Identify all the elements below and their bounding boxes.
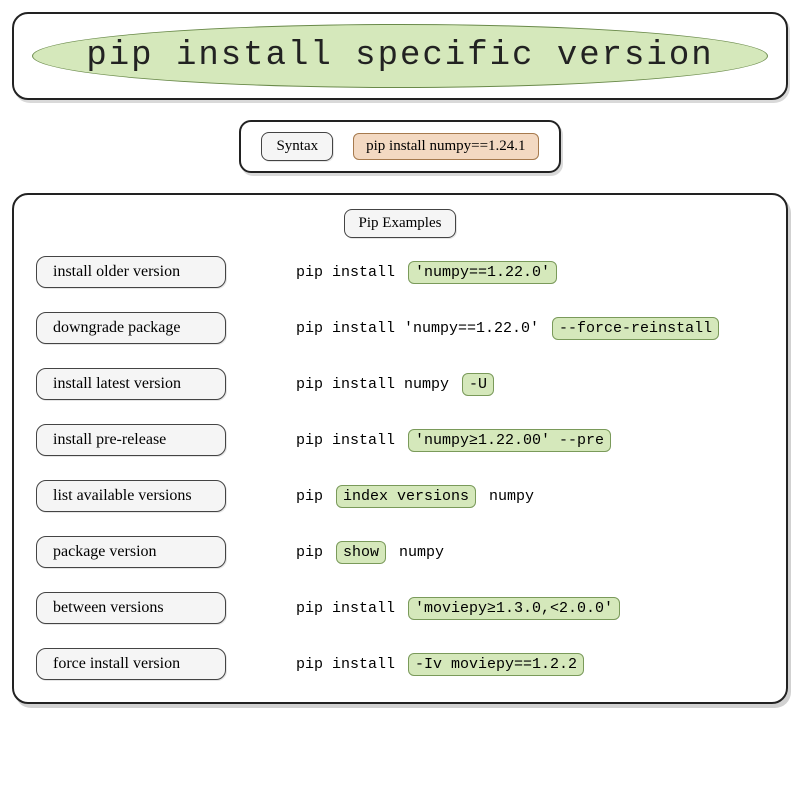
title-card: pip install specific version: [12, 12, 788, 100]
example-label: downgrade package: [36, 312, 226, 344]
title-ellipse: pip install specific version: [32, 24, 768, 88]
example-label: between versions: [36, 592, 226, 624]
cmd-highlight: 'numpy==1.22.0': [408, 261, 557, 284]
cmd-text: pip install numpy: [296, 376, 458, 393]
cmd-text: pip install: [296, 656, 404, 673]
example-row: list available versions pip index version…: [36, 480, 764, 512]
cmd-text: numpy: [480, 488, 534, 505]
cmd-text: pip install: [296, 432, 404, 449]
cmd-highlight: -U: [462, 373, 494, 396]
cmd-text: pip install 'numpy==1.22.0': [296, 320, 548, 337]
cmd-text: pip install: [296, 600, 404, 617]
cmd-highlight: --force-reinstall: [552, 317, 719, 340]
example-label: force install version: [36, 648, 226, 680]
example-row: package version pip show numpy: [36, 536, 764, 568]
examples-header: Pip Examples: [344, 209, 457, 238]
examples-list: install older version pip install 'numpy=…: [36, 256, 764, 680]
example-label: package version: [36, 536, 226, 568]
example-row: force install version pip install -Iv mov…: [36, 648, 764, 680]
example-row: downgrade package pip install 'numpy==1.2…: [36, 312, 764, 344]
cmd-highlight: -Iv moviepy==1.2.2: [408, 653, 584, 676]
example-command: pip install 'numpy==1.22.0' --force-rein…: [296, 317, 719, 340]
example-label: list available versions: [36, 480, 226, 512]
example-command: pip index versions numpy: [296, 485, 534, 508]
example-label: install older version: [36, 256, 226, 288]
cmd-highlight: show: [336, 541, 386, 564]
example-command: pip install -Iv moviepy==1.2.2: [296, 653, 584, 676]
page-title: pip install specific version: [86, 37, 713, 75]
example-command: pip show numpy: [296, 541, 444, 564]
example-label: install pre-release: [36, 424, 226, 456]
syntax-label: Syntax: [261, 132, 333, 161]
cmd-highlight: 'moviepy≥1.3.0,<2.0.0': [408, 597, 620, 620]
cmd-text: pip install: [296, 264, 404, 281]
example-label: install latest version: [36, 368, 226, 400]
example-command: pip install numpy -U: [296, 373, 494, 396]
examples-card: Pip Examples install older version pip in…: [12, 193, 788, 704]
example-row: between versions pip install 'moviepy≥1.3…: [36, 592, 764, 624]
syntax-card: Syntax pip install numpy==1.24.1: [239, 120, 560, 173]
example-row: install pre-release pip install 'numpy≥1.…: [36, 424, 764, 456]
example-command: pip install 'numpy≥1.22.00' --pre: [296, 429, 611, 452]
cmd-highlight: 'numpy≥1.22.00' --pre: [408, 429, 611, 452]
example-row: install older version pip install 'numpy=…: [36, 256, 764, 288]
cmd-text: pip: [296, 488, 332, 505]
example-command: pip install 'numpy==1.22.0': [296, 261, 557, 284]
example-row: install latest version pip install numpy …: [36, 368, 764, 400]
cmd-text: numpy: [390, 544, 444, 561]
example-command: pip install 'moviepy≥1.3.0,<2.0.0': [296, 597, 620, 620]
cmd-highlight: index versions: [336, 485, 476, 508]
cmd-text: pip: [296, 544, 332, 561]
syntax-code: pip install numpy==1.24.1: [353, 133, 538, 160]
examples-header-row: Pip Examples: [36, 209, 764, 238]
